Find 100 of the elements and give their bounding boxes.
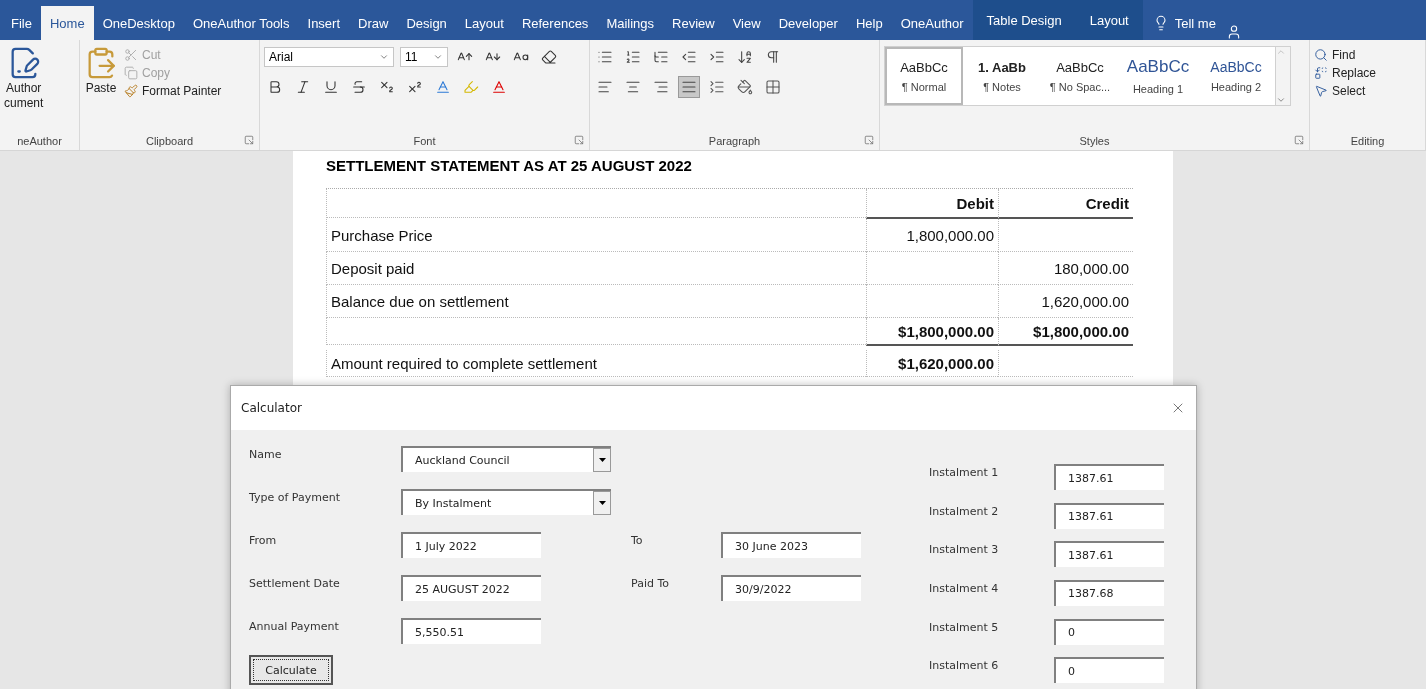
ribbon-tab[interactable]: File xyxy=(2,6,41,40)
style-item[interactable]: AaBbCc Heading 1 xyxy=(1119,47,1197,105)
table-cell: 180,000.00 xyxy=(998,252,1133,285)
table-cell: Purchase Price xyxy=(326,219,866,252)
gallery-scrollbar[interactable] xyxy=(1275,47,1290,105)
field-label: Instalment 3 xyxy=(929,542,1000,559)
input-field[interactable]: 30 June 2023 xyxy=(721,532,861,558)
table-cell: Balance due on settlement xyxy=(326,285,866,318)
sort-icon xyxy=(737,49,753,65)
table-cell: Credit xyxy=(998,189,1133,219)
italic-icon xyxy=(295,79,311,95)
input-field[interactable]: 0 xyxy=(1054,657,1164,684)
field-label: Name xyxy=(249,447,283,461)
input-field[interactable]: 1 July 2022 xyxy=(401,532,541,558)
table-cell: Deposit paid xyxy=(326,252,866,285)
style-item[interactable]: AaBbCc ¶ Normal xyxy=(885,47,963,105)
ribbon-tab[interactable]: Review xyxy=(663,6,724,40)
align-right-icon xyxy=(653,79,669,95)
letter-icon xyxy=(491,79,507,95)
dropdown-button[interactable] xyxy=(593,491,611,515)
scissors-icon xyxy=(124,48,138,62)
dialog-title: Calculator xyxy=(241,401,302,415)
dialog-launcher-icon[interactable] xyxy=(574,135,584,145)
tell-me-button[interactable]: Tell me xyxy=(1142,6,1226,40)
editing-button[interactable]: Select xyxy=(1314,84,1377,98)
ribbon-tab[interactable]: Developer xyxy=(769,6,847,40)
justify-icon xyxy=(681,79,697,95)
justify-button[interactable] xyxy=(678,76,700,98)
table-cell: Amount required to complete settlement xyxy=(326,350,866,377)
dropdown-field[interactable]: By Instalment xyxy=(401,489,611,515)
field-label: Instalment 2 xyxy=(929,503,1000,520)
clipboard-button[interactable]: Format Painter xyxy=(124,84,222,98)
field-label: Paid To xyxy=(631,576,670,590)
superscript-icon xyxy=(407,79,423,95)
field-label: Instalment 4 xyxy=(929,581,1000,597)
dropdown-field[interactable]: Auckland Council xyxy=(401,446,611,472)
replace-icon xyxy=(1314,66,1328,80)
align-center-icon xyxy=(625,79,641,95)
font-name-field[interactable]: Arial xyxy=(264,47,394,67)
ribbon-tab[interactable]: References xyxy=(512,6,598,40)
field-label: To xyxy=(631,533,644,547)
paste-button[interactable]: Paste xyxy=(84,46,118,132)
table-cell: $1,800,000.00 xyxy=(998,318,1133,346)
editing-button[interactable]: Replace xyxy=(1314,66,1377,80)
line-spacing-icon xyxy=(709,79,725,95)
ribbon-tab[interactable]: Mailings xyxy=(597,6,664,40)
group-label: Font xyxy=(412,134,437,149)
ribbon-tab[interactable]: Home xyxy=(40,6,94,40)
chevron-down-icon xyxy=(379,52,389,62)
font-size-field[interactable]: 11 xyxy=(400,47,448,67)
ribbon-tab[interactable]: Draw xyxy=(349,6,398,40)
ribbon-tab[interactable]: Help xyxy=(846,6,892,40)
ribbon-tab[interactable]: Insert xyxy=(298,6,350,40)
letter-icon xyxy=(435,79,451,95)
field-label: Annual Payment xyxy=(249,619,340,633)
style-item[interactable]: 1. AaBb ¶ Notes xyxy=(963,47,1041,105)
chevron-down-icon xyxy=(433,52,443,62)
dialog-launcher-icon[interactable] xyxy=(244,135,254,145)
ribbon-tab[interactable]: OneDesktop xyxy=(93,6,184,40)
author-document-button[interactable]: Author cument xyxy=(4,46,44,132)
borders-icon xyxy=(765,79,781,95)
copy-icon xyxy=(124,66,138,80)
input-field[interactable]: 0 xyxy=(1054,618,1164,645)
chevron-down-icon xyxy=(1276,95,1286,105)
style-item[interactable]: AaBbCc Heading 2 xyxy=(1197,47,1275,105)
input-field[interactable]: 1387.61 xyxy=(1054,541,1164,568)
triangle-down-icon xyxy=(598,458,606,462)
input-field[interactable]: 30/9/2022 xyxy=(721,575,861,601)
pilcrow-icon xyxy=(765,49,781,65)
ribbon-tab[interactable]: Table Design xyxy=(972,0,1076,40)
field-label: Settlement Date xyxy=(249,576,341,590)
group-label: Styles xyxy=(1078,134,1111,149)
table-cell: $1,620,000.00 xyxy=(866,350,998,377)
dialog-launcher-icon[interactable] xyxy=(864,135,874,145)
field-label: Instalment 1 xyxy=(929,465,1000,481)
search-icon xyxy=(1314,48,1328,62)
ribbon-tab[interactable]: OneAuthor xyxy=(891,6,973,40)
editing-button[interactable]: Find xyxy=(1314,48,1377,62)
input-field[interactable]: 5,550.51 xyxy=(401,618,541,644)
cursor-icon xyxy=(1314,84,1328,98)
calculate-button[interactable]: Calculate xyxy=(249,655,333,685)
ribbon-tab[interactable]: Layout xyxy=(455,6,513,40)
bold-icon xyxy=(267,79,283,95)
input-field[interactable]: 1387.61 xyxy=(1054,464,1164,490)
style-item[interactable]: AaBbCc ¶ No Spac... xyxy=(1041,47,1119,105)
ribbon-tab[interactable]: Layout xyxy=(1075,0,1143,40)
dialog-launcher-icon[interactable] xyxy=(1294,135,1304,145)
input-field[interactable]: 1387.68 xyxy=(1054,580,1164,606)
ribbon-tab[interactable]: Design xyxy=(397,6,456,40)
table-cell: Debit xyxy=(866,189,998,219)
ribbon-tab[interactable]: OneAuthor Tools xyxy=(183,6,299,40)
dropdown-button[interactable] xyxy=(593,448,611,472)
input-field[interactable]: 1387.61 xyxy=(1054,502,1164,529)
decrease-indent-icon xyxy=(681,49,697,65)
table-cell: $1,800,000.00 xyxy=(866,318,998,346)
ribbon-tab[interactable]: View xyxy=(723,6,770,40)
increase-indent-icon xyxy=(709,49,725,65)
multilevel-list-icon xyxy=(653,49,669,65)
input-field[interactable]: 25 AUGUST 2022 xyxy=(401,575,541,601)
strikethrough-icon xyxy=(351,79,367,95)
